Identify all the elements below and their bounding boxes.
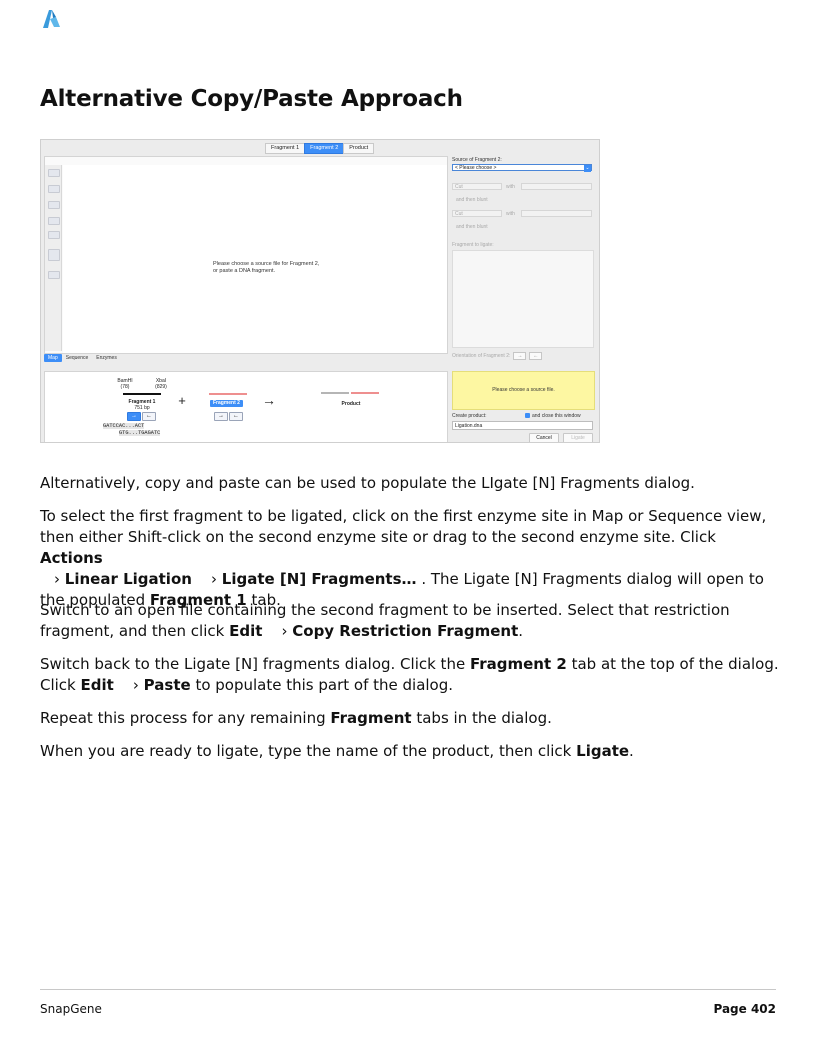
fragment-ref: Fragment <box>330 709 412 727</box>
footer-product-name: SnapGene <box>40 1002 102 1016</box>
fragment-options-pane: Source of Fragment 2: < Please choose > … <box>449 156 597 368</box>
fragment2-forward-button[interactable]: → <box>214 412 228 421</box>
product-label: Product <box>341 401 361 407</box>
paragraph-6: When you are ready to ligate, type the n… <box>40 742 634 760</box>
orientation-label: Orientation of Fragment 2: <box>452 353 511 359</box>
product-bar-gray <box>321 392 349 394</box>
enzyme-left-pos: (78) <box>120 384 130 390</box>
map-canvas[interactable]: Please choose a source file for Fragment… <box>63 165 447 353</box>
ligate-dialog-screenshot: Fragment 1 Fragment 2 Product Please cho… <box>40 139 600 443</box>
source-prompt-panel: Please choose a source file. <box>452 371 595 410</box>
tab-enzymes[interactable]: Enzymes <box>92 354 121 362</box>
paragraph-5: Repeat this process for any remaining Fr… <box>40 709 552 727</box>
fragment1-bar <box>123 393 161 395</box>
layers-icon[interactable] <box>48 217 60 225</box>
chevron-down-icon: ⌄ <box>584 165 591 172</box>
rotate-icon[interactable] <box>48 185 60 193</box>
orientation-reverse-button[interactable]: ← <box>529 352 543 360</box>
ligate-button[interactable]: Ligate <box>563 433 593 442</box>
menu-edit: Edit <box>229 622 263 640</box>
product-bar-red <box>351 392 379 394</box>
fragment2-label: Fragment 2 <box>210 400 243 407</box>
menu-edit-2: Edit <box>80 676 114 694</box>
arrow-right-icon: → <box>262 392 276 408</box>
fragment2-bar <box>209 393 247 395</box>
orientation-forward-button[interactable]: → <box>513 352 527 360</box>
with-label-1: with <box>506 184 515 190</box>
fragment-2-ref: Fragment 2 <box>469 655 567 673</box>
source-label: Source of Fragment 2: <box>452 157 502 163</box>
product-name-input[interactable]: Ligation.dna <box>452 421 593 430</box>
blunt-label-2: and then blunt <box>456 224 488 230</box>
create-product-label: Create product: <box>452 413 487 419</box>
cut-select-2[interactable]: Cut <box>452 210 502 217</box>
checkbox-icon <box>525 413 530 419</box>
zoom-icon[interactable] <box>48 169 60 177</box>
sequence-top: GATCCAC...ACT <box>103 423 145 429</box>
with-label-2: with <box>506 211 515 217</box>
footer-divider <box>40 989 776 990</box>
sequence-bottom: GTG...TGAGATC <box>119 430 161 436</box>
page-title: Alternative Copy/Paste Approach <box>40 86 463 112</box>
select-icon[interactable] <box>48 249 60 261</box>
fragment-tabs: Fragment 1 Fragment 2 Product <box>265 143 375 154</box>
fragment1-reverse-button[interactable]: ← <box>142 412 156 421</box>
fragment1-size: 751 bp <box>134 405 150 411</box>
cancel-button[interactable]: Cancel <box>529 433 559 442</box>
source-select[interactable]: < Please choose > ⌄ <box>452 164 592 172</box>
plus-sign: + <box>178 393 186 408</box>
ligate-ref: Ligate <box>576 742 630 760</box>
enzyme-select-1[interactable] <box>521 183 592 190</box>
orientation-row: Orientation of Fragment 2: → ← <box>452 352 543 360</box>
menu-ligate-fragments: Ligate [N] Fragments… <box>221 570 417 588</box>
empty-message: Please choose a source file for Fragment… <box>213 261 320 274</box>
map-pane: Please choose a source file for Fragment… <box>44 156 448 354</box>
paragraph-4: Switch back to the Ligate [N] fragments … <box>40 655 779 694</box>
cut-select-1[interactable]: Cut <box>452 183 502 190</box>
list-icon[interactable] <box>48 231 60 239</box>
paragraph-3: Switch to an open file containing the se… <box>40 601 730 640</box>
map-toolbar <box>45 165 62 351</box>
tab-fragment-1[interactable]: Fragment 1 <box>265 143 306 154</box>
paragraph-2: To select the first fragment to be ligat… <box>40 507 767 609</box>
view-tabs: Map Sequence Enzymes <box>44 354 121 362</box>
arrow-icon[interactable] <box>48 201 60 209</box>
snapgene-logo-icon <box>43 10 60 28</box>
page-number: Page 402 <box>713 1002 776 1016</box>
menu-actions: Actions <box>40 549 103 567</box>
menu-copy-restriction-fragment: Copy Restriction Fragment <box>292 622 519 640</box>
tab-map[interactable]: Map <box>44 354 62 362</box>
blunt-label-1: and then blunt <box>456 197 488 203</box>
enzyme-select-2[interactable] <box>521 210 592 217</box>
ruler-icon[interactable] <box>48 271 60 279</box>
close-window-checkbox[interactable]: and close this window <box>525 413 581 419</box>
fragment2-reverse-button[interactable]: ← <box>229 412 243 421</box>
enzyme-right-pos: (829) <box>155 384 167 390</box>
tab-sequence[interactable]: Sequence <box>62 354 93 362</box>
tab-fragment-2[interactable]: Fragment 2 <box>304 143 345 154</box>
fragment1-forward-button[interactable]: → <box>127 412 141 421</box>
fragment-to-ligate-box[interactable] <box>452 250 594 348</box>
ligation-diagram: BamHI (78) XbaI (829) Fragment 1 751 bp … <box>44 371 448 442</box>
paragraph-1: Alternatively, copy and paste can be use… <box>40 474 695 492</box>
tab-product[interactable]: Product <box>343 143 375 154</box>
menu-paste: Paste <box>143 676 191 694</box>
fragment-to-ligate-label: Fragment to ligate: <box>452 242 494 248</box>
menu-linear-ligation: Linear Ligation <box>64 570 192 588</box>
